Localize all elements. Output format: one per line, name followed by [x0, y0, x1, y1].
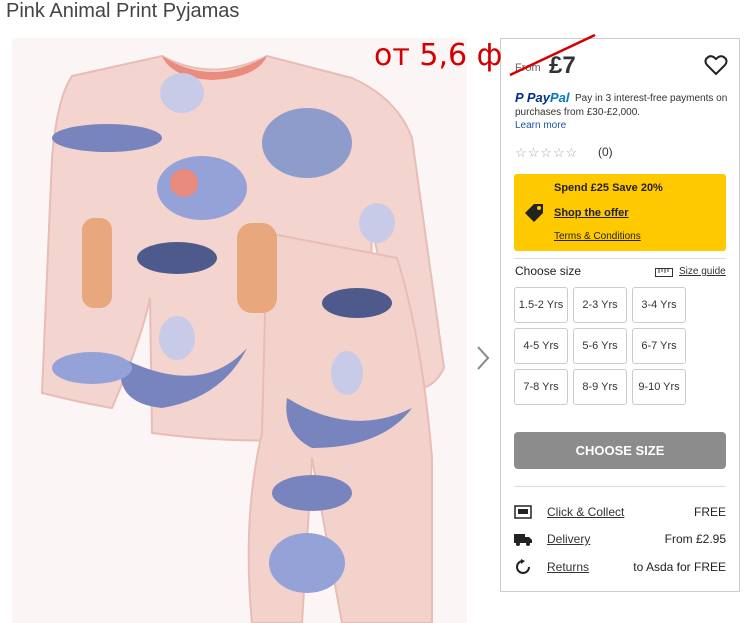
- size-option[interactable]: 7-8 Yrs: [514, 369, 568, 405]
- size-option[interactable]: 6-7 Yrs: [632, 328, 686, 364]
- shop-offer-link[interactable]: Shop the offer: [554, 207, 629, 219]
- choose-size-button[interactable]: CHOOSE SIZE: [514, 432, 726, 469]
- heart-icon[interactable]: [704, 54, 728, 76]
- size-option[interactable]: 1.5-2 Yrs: [514, 287, 568, 323]
- size-option[interactable]: 2-3 Yrs: [573, 287, 627, 323]
- delivery-link[interactable]: Delivery: [547, 532, 590, 546]
- review-count[interactable]: (0): [598, 145, 613, 159]
- price-tag-icon: [525, 204, 543, 222]
- service-row: Click & Collect FREE: [514, 503, 726, 521]
- size-options: 1.5-2 Yrs 2-3 Yrs 3-4 Yrs 4-5 Yrs 5-6 Yr…: [514, 287, 686, 405]
- offer-banner: Spend £25 Save 20% Shop the offer Terms …: [514, 174, 726, 251]
- chevron-right-icon[interactable]: [474, 345, 492, 371]
- size-option[interactable]: 8-9 Yrs: [573, 369, 627, 405]
- size-option[interactable]: 4-5 Yrs: [514, 328, 568, 364]
- ruler-icon: [655, 268, 673, 277]
- paypal-text: Pay in 3 interest-free payments on purch…: [515, 93, 728, 118]
- store-icon: [514, 505, 532, 519]
- service-value: to Asda for FREE: [633, 560, 726, 574]
- strikethrough-mark: [509, 33, 596, 77]
- paypal-text-container: Pay in 3 interest-free payments on purch…: [515, 92, 735, 120]
- product-image[interactable]: [12, 38, 467, 623]
- price-annotation: от 5,6 ф: [374, 38, 503, 73]
- service-row: Delivery From £2.95: [514, 530, 726, 548]
- service-value: FREE: [693, 505, 726, 519]
- choose-size-label: Choose size: [515, 264, 582, 278]
- returns-icon: [516, 559, 530, 574]
- size-option[interactable]: 5-6 Yrs: [573, 328, 627, 364]
- service-row: Returns to Asda for FREE: [514, 558, 726, 576]
- size-option[interactable]: 3-4 Yrs: [632, 287, 686, 323]
- page-title: Pink Animal Print Pyjamas: [6, 0, 240, 22]
- terms-link[interactable]: Terms & Conditions: [554, 231, 641, 242]
- rating-stars: ☆☆☆☆☆: [515, 145, 579, 160]
- returns-link[interactable]: Returns: [547, 560, 589, 574]
- offer-title: Spend £25 Save 20%: [554, 182, 663, 194]
- truck-icon: [514, 534, 532, 546]
- size-guide-link[interactable]: Size guide: [679, 266, 726, 277]
- service-value: From £2.95: [664, 532, 726, 546]
- product-panel: From £7 P PayPal Pay in 3 interest-free …: [500, 38, 740, 592]
- learn-more-link[interactable]: Learn more: [515, 120, 566, 131]
- click-collect-link[interactable]: Click & Collect: [547, 505, 624, 519]
- divider: [514, 486, 726, 487]
- divider: [514, 258, 726, 259]
- size-option[interactable]: 9-10 Yrs: [632, 369, 686, 405]
